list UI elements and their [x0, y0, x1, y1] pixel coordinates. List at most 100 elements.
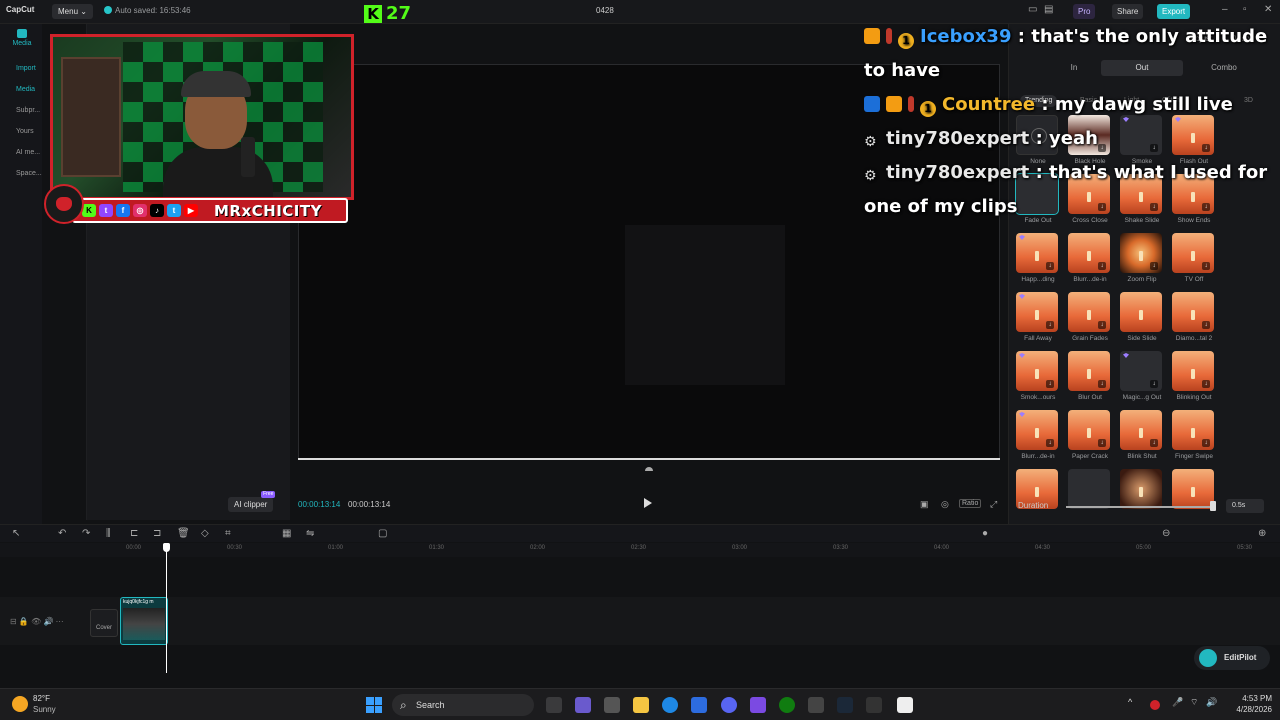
play-icon[interactable]: [644, 498, 652, 508]
edge-icon[interactable]: [662, 697, 678, 713]
split-icon[interactable]: ⫼: [106, 528, 111, 539]
duration-value[interactable]: 0.5s: [1226, 499, 1264, 513]
effect-item[interactable]: ↓ Blinking Out: [1172, 351, 1216, 401]
xbox-icon[interactable]: [779, 697, 795, 713]
layout-icon[interactable]: ▭: [1028, 4, 1037, 15]
file-explorer-icon[interactable]: [633, 697, 649, 713]
download-icon[interactable]: ↓: [1046, 439, 1054, 447]
video-clip[interactable]: kujq0kjfc1g m: [120, 597, 168, 645]
sidebar-item-subprojects[interactable]: Subpr...: [12, 100, 42, 121]
editpilot-button[interactable]: EditPilot: [1194, 646, 1270, 670]
effect-item[interactable]: ↓ Blurr...de-in: [1068, 233, 1112, 283]
download-icon[interactable]: ↓: [1202, 380, 1210, 388]
effect-item[interactable]: ↓ Paper Crack: [1068, 410, 1112, 460]
download-icon[interactable]: ↓: [1098, 262, 1106, 270]
sidebar-item-ai-media[interactable]: AI me...: [12, 142, 42, 163]
fullscreen-preview-icon[interactable]: ▣: [920, 499, 929, 510]
redo-icon[interactable]: ↷: [82, 528, 90, 539]
undo-icon[interactable]: ↶: [58, 528, 66, 539]
effect-item[interactable]: Side Slide: [1120, 292, 1164, 342]
capcut-icon[interactable]: [897, 697, 913, 713]
download-icon[interactable]: ↓: [1046, 321, 1054, 329]
download-icon[interactable]: ↓: [1202, 321, 1210, 329]
download-icon[interactable]: ↓: [1046, 262, 1054, 270]
mirror-icon[interactable]: ⇋: [306, 528, 314, 539]
download-icon[interactable]: ↓: [1150, 439, 1158, 447]
discord-icon[interactable]: [721, 697, 737, 713]
duration-handle[interactable]: [1210, 501, 1216, 511]
obs-icon[interactable]: [808, 697, 824, 713]
pro-button[interactable]: Pro: [1073, 4, 1096, 19]
effect-item[interactable]: ↓ Diamo...tal 2: [1172, 292, 1216, 342]
track-lock-icon[interactable]: ⊟ 🔒 👁 🔊 ⋯: [10, 617, 64, 626]
minimize-icon[interactable]: –: [1222, 4, 1228, 15]
effect-item[interactable]: ↓ Happ...ding: [1016, 233, 1060, 283]
playhead-handle[interactable]: [163, 543, 170, 552]
zoom-out-icon[interactable]: ⊖: [1162, 528, 1170, 539]
weather-icon[interactable]: [12, 696, 28, 712]
tray-chevron-icon[interactable]: ^: [1128, 697, 1138, 713]
share-button[interactable]: Share: [1112, 4, 1144, 19]
timeline-ruler[interactable]: 00:00 00:30 01:00 01:30 02:00 02:30 03:00 03:30…: [0, 543, 1280, 557]
effect-item[interactable]: ↓ Blink Shut: [1120, 410, 1164, 460]
effect-item[interactable]: ↓ Blur Out: [1068, 351, 1112, 401]
sidebar-item-media[interactable]: Media: [12, 79, 42, 100]
effect-item[interactable]: ↓ TV Off: [1172, 233, 1216, 283]
record-mic-icon[interactable]: ●: [982, 528, 988, 539]
player-scrub-handle[interactable]: [645, 467, 653, 471]
player-progress[interactable]: [298, 458, 1000, 460]
steam-icon[interactable]: [837, 697, 853, 713]
effect-item[interactable]: ↓ Fall Away: [1016, 292, 1060, 342]
sidebar-item-spaces[interactable]: Space...: [12, 163, 42, 184]
marker-icon[interactable]: ◇: [201, 528, 209, 539]
project-title[interactable]: 0428: [596, 6, 614, 15]
start-button[interactable]: [366, 697, 382, 713]
zoom-in-icon[interactable]: ⊕: [1258, 528, 1266, 539]
download-icon[interactable]: ↓: [1202, 262, 1210, 270]
expand-icon[interactable]: ⤢: [990, 499, 997, 510]
ai-clipper-button[interactable]: AI clipper Free: [228, 491, 276, 512]
nav-media[interactable]: Media: [8, 29, 36, 47]
task-view-icon[interactable]: [546, 697, 562, 713]
effect-item[interactable]: ↓ Grain Fades: [1068, 292, 1112, 342]
mic-icon[interactable]: 🎤: [1172, 697, 1183, 713]
maximize-icon[interactable]: ▫: [1243, 4, 1247, 15]
effect-item[interactable]: ↓ Blurr...de-in: [1016, 410, 1060, 460]
download-icon[interactable]: ↓: [1150, 262, 1158, 270]
effect-item[interactable]: ↓ Smok...ours: [1016, 351, 1060, 401]
store-icon[interactable]: [691, 697, 707, 713]
volume-icon[interactable]: 🔊: [1206, 697, 1217, 713]
app-icon[interactable]: [575, 697, 591, 713]
download-icon[interactable]: ↓: [1098, 321, 1106, 329]
close-icon[interactable]: ✕: [1264, 4, 1272, 15]
clock-time[interactable]: 4:53 PM: [1222, 694, 1272, 703]
clock-date[interactable]: 4/28/2026: [1222, 705, 1272, 714]
taskbar-search[interactable]: Search: [392, 694, 534, 716]
select-tool-icon[interactable]: ↖: [12, 528, 20, 539]
cover-button[interactable]: Cover: [90, 609, 118, 637]
export-button[interactable]: Export: [1157, 4, 1191, 19]
download-icon[interactable]: ↓: [1150, 380, 1158, 388]
delete-icon[interactable]: 🗑: [177, 528, 190, 539]
duration-slider[interactable]: [1066, 506, 1216, 508]
tray-app-icon[interactable]: [1150, 700, 1160, 710]
focus-icon[interactable]: ◎: [941, 499, 949, 510]
sidebar-item-import[interactable]: Import: [12, 58, 42, 79]
shortcut-icon[interactable]: ▤: [1044, 4, 1053, 15]
sidebar-item-yours[interactable]: Yours: [12, 121, 42, 142]
effect-item[interactable]: ↓ Zoom Flip: [1120, 233, 1164, 283]
audio-icon[interactable]: ▦: [282, 528, 291, 539]
crop-icon[interactable]: ⌗: [225, 528, 231, 539]
settings-app-icon[interactable]: [604, 697, 620, 713]
download-icon[interactable]: ↓: [1098, 439, 1106, 447]
menu-button[interactable]: Menu ⌄: [52, 4, 93, 19]
effect-item[interactable]: ↓ Magic...g Out: [1120, 351, 1164, 401]
split-right-icon[interactable]: ⊐: [153, 528, 161, 539]
freeze-icon[interactable]: ▢: [378, 528, 387, 539]
timeline-playhead[interactable]: [166, 543, 167, 673]
wifi-icon[interactable]: ⌔: [1190, 697, 1200, 713]
download-icon[interactable]: ↓: [1202, 439, 1210, 447]
download-icon[interactable]: ↓: [1098, 380, 1106, 388]
ratio-button[interactable]: Ratio: [959, 499, 982, 508]
app2-icon[interactable]: [866, 697, 882, 713]
